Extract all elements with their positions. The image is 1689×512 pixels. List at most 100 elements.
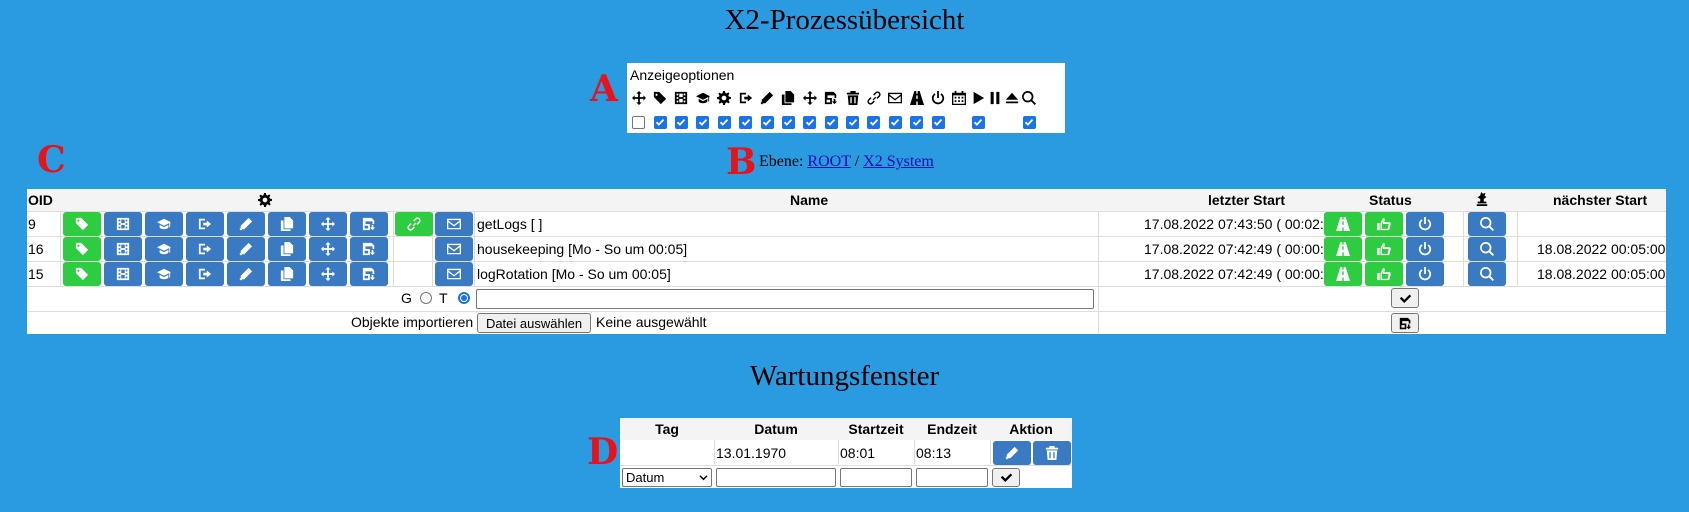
header-datum: Datum bbox=[754, 421, 798, 437]
new-start-input[interactable] bbox=[840, 468, 912, 487]
new-process-name-input[interactable] bbox=[476, 289, 1094, 309]
road-icon bbox=[1336, 267, 1350, 281]
create-process-button[interactable] bbox=[1391, 288, 1419, 308]
delete-maintenance-button[interactable] bbox=[1033, 441, 1071, 465]
sign-out-button[interactable] bbox=[186, 262, 224, 286]
option-checkbox-power[interactable] bbox=[931, 115, 945, 129]
search-button[interactable] bbox=[1468, 237, 1506, 261]
graduation-cap-button[interactable] bbox=[145, 237, 183, 261]
new-datum-input[interactable] bbox=[716, 468, 836, 487]
save-import-button[interactable] bbox=[350, 237, 388, 261]
option-checkbox-search[interactable] bbox=[1022, 115, 1036, 129]
thumbs-up-button[interactable] bbox=[1365, 237, 1403, 261]
save-import-button[interactable] bbox=[350, 212, 388, 236]
last-start: 17.08.2022 07:42:49 ( 00:00:14 ) bbox=[1144, 241, 1348, 257]
breadcrumb-root-link[interactable]: ROOT bbox=[807, 153, 850, 170]
road-button[interactable] bbox=[1324, 212, 1362, 236]
film-button[interactable] bbox=[104, 237, 142, 261]
tag-button[interactable] bbox=[63, 262, 101, 286]
header-endzeit: Endzeit bbox=[927, 421, 977, 437]
power-button[interactable] bbox=[1406, 237, 1444, 261]
move-button[interactable] bbox=[309, 262, 347, 286]
choose-file-button[interactable]: Datei auswählen bbox=[477, 313, 591, 333]
table-header-row bbox=[27, 189, 1666, 211]
thumbs-up-button[interactable] bbox=[1365, 262, 1403, 286]
checkmark-icon bbox=[891, 118, 900, 126]
option-checkbox-film[interactable] bbox=[674, 115, 688, 129]
thumbs-up-button[interactable] bbox=[1365, 212, 1403, 236]
copy-button[interactable] bbox=[268, 262, 306, 286]
envelope-button[interactable] bbox=[435, 262, 473, 286]
type-g-radio[interactable] bbox=[420, 292, 432, 304]
graduation-cap-button[interactable] bbox=[145, 212, 183, 236]
option-check-cell bbox=[735, 112, 756, 132]
option-icon-cell bbox=[692, 88, 713, 108]
marker-d: D bbox=[587, 431, 619, 473]
option-checkbox-sign-out[interactable] bbox=[739, 115, 753, 129]
option-checkbox-link[interactable] bbox=[867, 115, 881, 129]
option-checkbox-envelope[interactable] bbox=[888, 115, 902, 129]
pencil-button[interactable] bbox=[227, 237, 265, 261]
road-button[interactable] bbox=[1324, 262, 1362, 286]
move-button[interactable] bbox=[309, 237, 347, 261]
maintenance-datum: 13.01.1970 bbox=[716, 445, 787, 461]
checkmark-icon bbox=[720, 118, 729, 126]
film-button[interactable] bbox=[104, 262, 142, 286]
new-end-input[interactable] bbox=[916, 468, 988, 487]
marker-a: A bbox=[590, 68, 618, 110]
sign-out-button[interactable] bbox=[186, 212, 224, 236]
option-checkbox-gear[interactable] bbox=[717, 115, 731, 129]
option-checkbox-road[interactable] bbox=[910, 115, 924, 129]
move-button[interactable] bbox=[309, 212, 347, 236]
import-button[interactable] bbox=[1391, 313, 1419, 333]
envelope-button[interactable] bbox=[435, 212, 473, 236]
link-button[interactable] bbox=[395, 212, 433, 236]
option-checkbox-copy[interactable] bbox=[781, 115, 795, 129]
pencil-button[interactable] bbox=[227, 262, 265, 286]
breadcrumb-current-link[interactable]: X2 System bbox=[863, 153, 934, 170]
search-button[interactable] bbox=[1468, 212, 1506, 236]
pencil-icon bbox=[1005, 446, 1019, 460]
tag-button[interactable] bbox=[63, 212, 101, 236]
power-button[interactable] bbox=[1406, 262, 1444, 286]
table-row: 16 housekeeping [Mo - So um 00:05] 17.08.2… bbox=[27, 236, 1666, 262]
option-checkbox-pencil[interactable] bbox=[760, 115, 774, 129]
road-button[interactable] bbox=[1324, 237, 1362, 261]
option-checkbox-play[interactable] bbox=[971, 115, 985, 129]
road-icon bbox=[910, 91, 924, 105]
pencil-button[interactable] bbox=[227, 212, 265, 236]
tag-icon bbox=[75, 267, 89, 281]
tag-button[interactable] bbox=[63, 237, 101, 261]
option-checkbox-save-import[interactable] bbox=[824, 115, 838, 129]
option-check-cell bbox=[714, 112, 735, 132]
graduation-cap-button[interactable] bbox=[145, 262, 183, 286]
graduation-cap-icon bbox=[157, 267, 171, 281]
option-checkbox-arrows[interactable] bbox=[632, 115, 646, 129]
option-checkbox-move[interactable] bbox=[803, 115, 817, 129]
edit-maintenance-button[interactable] bbox=[993, 441, 1031, 465]
search-button[interactable] bbox=[1468, 262, 1506, 286]
maintenance-title: Wartungsfenster bbox=[749, 360, 940, 392]
power-button[interactable] bbox=[1406, 212, 1444, 236]
option-checkbox-graduation-cap[interactable] bbox=[696, 115, 710, 129]
tag-select[interactable]: Datum bbox=[622, 468, 712, 487]
checkmark-icon bbox=[934, 118, 943, 126]
copy-button[interactable] bbox=[268, 237, 306, 261]
type-t-radio[interactable] bbox=[458, 292, 470, 304]
next-start: 18.08.2022 00:05:00 bbox=[1537, 266, 1666, 282]
process-name: logRotation [Mo - So um 00:05] bbox=[477, 266, 671, 282]
option-checkbox-tag[interactable] bbox=[653, 115, 667, 129]
process-name: getLogs [ ] bbox=[477, 216, 543, 232]
option-checkbox-trash[interactable] bbox=[846, 115, 860, 129]
tag-select-value: Datum bbox=[626, 470, 665, 485]
envelope-icon bbox=[888, 91, 902, 105]
envelope-button[interactable] bbox=[435, 237, 473, 261]
option-check-cell bbox=[628, 112, 649, 132]
add-maintenance-button[interactable] bbox=[992, 468, 1020, 487]
save-import-button[interactable] bbox=[350, 262, 388, 286]
film-button[interactable] bbox=[104, 212, 142, 236]
save-import-icon bbox=[362, 217, 376, 231]
option-icon-cell bbox=[949, 88, 970, 108]
copy-button[interactable] bbox=[268, 212, 306, 236]
sign-out-button[interactable] bbox=[186, 237, 224, 261]
